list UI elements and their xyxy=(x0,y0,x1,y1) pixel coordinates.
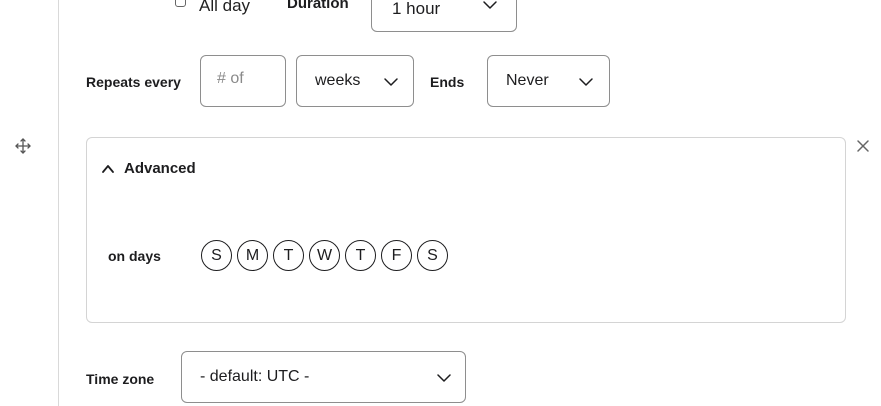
day-button-thursday[interactable]: T xyxy=(345,240,376,271)
chevron-down-icon xyxy=(483,1,497,9)
duration-value: 1 hour xyxy=(392,0,441,18)
advanced-panel: Advanced on days S M T W T F S xyxy=(86,137,846,323)
move-arrows-icon[interactable] xyxy=(14,137,32,155)
repeat-unit-value: weeks xyxy=(315,72,361,89)
weekday-picker: S M T W T F S xyxy=(201,240,448,271)
ends-select[interactable]: Never xyxy=(487,55,610,107)
duration-label: Duration xyxy=(287,0,349,12)
day-button-sunday[interactable]: S xyxy=(201,240,232,271)
time-zone-label: Time zone xyxy=(86,371,155,387)
vertical-divider xyxy=(58,0,59,406)
all-day-label: All day xyxy=(199,0,251,15)
day-button-saturday[interactable]: S xyxy=(417,240,448,271)
day-button-friday[interactable]: F xyxy=(381,240,412,271)
repeat-count-input[interactable] xyxy=(217,70,277,88)
on-days-label: on days xyxy=(108,248,161,264)
time-zone-select[interactable]: - default: UTC - xyxy=(181,351,466,403)
repeat-count-field[interactable] xyxy=(200,55,286,107)
day-button-wednesday[interactable]: W xyxy=(309,240,340,271)
advanced-toggle-label: Advanced xyxy=(124,160,196,177)
chevron-down-icon xyxy=(437,374,451,382)
chevron-down-icon xyxy=(579,78,593,86)
chevron-up-icon xyxy=(102,164,114,173)
event-time-row: All day Duration 1 hour xyxy=(0,0,881,32)
time-zone-value: - default: UTC - xyxy=(200,368,310,385)
day-button-tuesday[interactable]: T xyxy=(273,240,304,271)
ends-value: Never xyxy=(506,72,549,89)
all-day-checkbox[interactable] xyxy=(175,0,186,7)
repeats-every-label: Repeats every xyxy=(86,74,181,90)
chevron-down-icon xyxy=(384,78,398,86)
repeat-unit-select[interactable]: weeks xyxy=(296,55,414,107)
duration-select[interactable]: 1 hour xyxy=(371,0,517,32)
day-button-monday[interactable]: M xyxy=(237,240,268,271)
advanced-toggle[interactable]: Advanced xyxy=(101,160,196,177)
close-icon[interactable] xyxy=(855,138,871,154)
ends-label: Ends xyxy=(430,74,465,90)
